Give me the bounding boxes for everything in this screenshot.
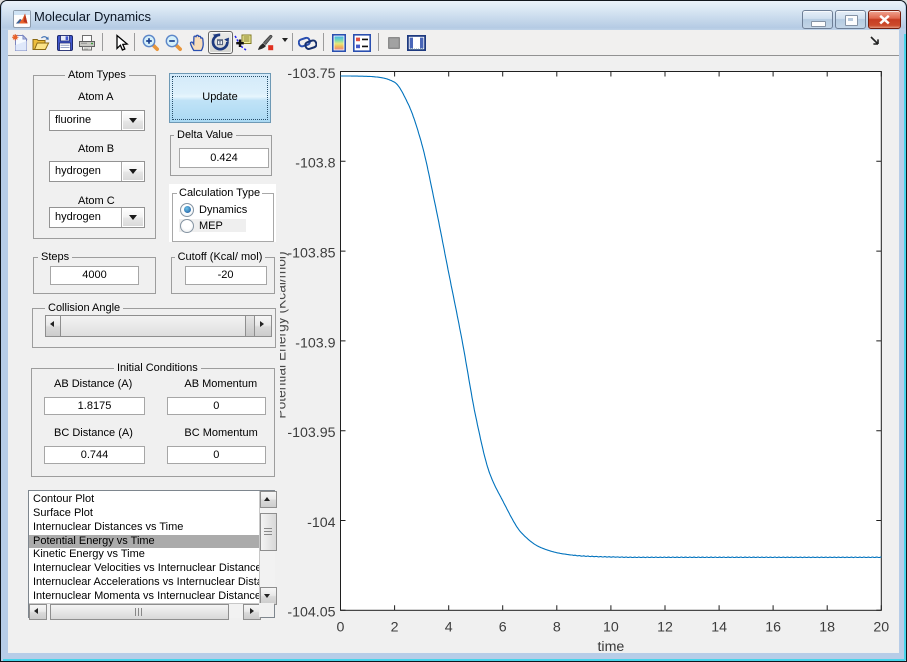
svg-text:-103.9: -103.9 [295, 335, 335, 351]
svg-text:8: 8 [553, 620, 561, 636]
svg-text:10: 10 [603, 620, 619, 636]
svg-text:6: 6 [499, 620, 507, 636]
svg-text:-104: -104 [307, 515, 336, 531]
svg-text:Potential Energy (Kcal/mol): Potential Energy (Kcal/mol) [280, 251, 289, 418]
svg-text:20: 20 [873, 620, 889, 636]
svg-text:-103.95: -103.95 [287, 425, 335, 441]
svg-text:4: 4 [445, 620, 453, 636]
svg-text:18: 18 [819, 620, 835, 636]
svg-text:time: time [597, 639, 624, 653]
svg-text:-104.05: -104.05 [287, 605, 335, 621]
svg-text:0: 0 [337, 620, 345, 636]
svg-text:-103.8: -103.8 [295, 156, 335, 172]
svg-text:12: 12 [657, 620, 673, 636]
svg-text:16: 16 [765, 620, 781, 636]
svg-text:14: 14 [711, 620, 727, 636]
svg-text:-103.75: -103.75 [287, 66, 335, 82]
svg-text:2: 2 [391, 620, 399, 636]
svg-text:-103.85: -103.85 [287, 246, 335, 262]
